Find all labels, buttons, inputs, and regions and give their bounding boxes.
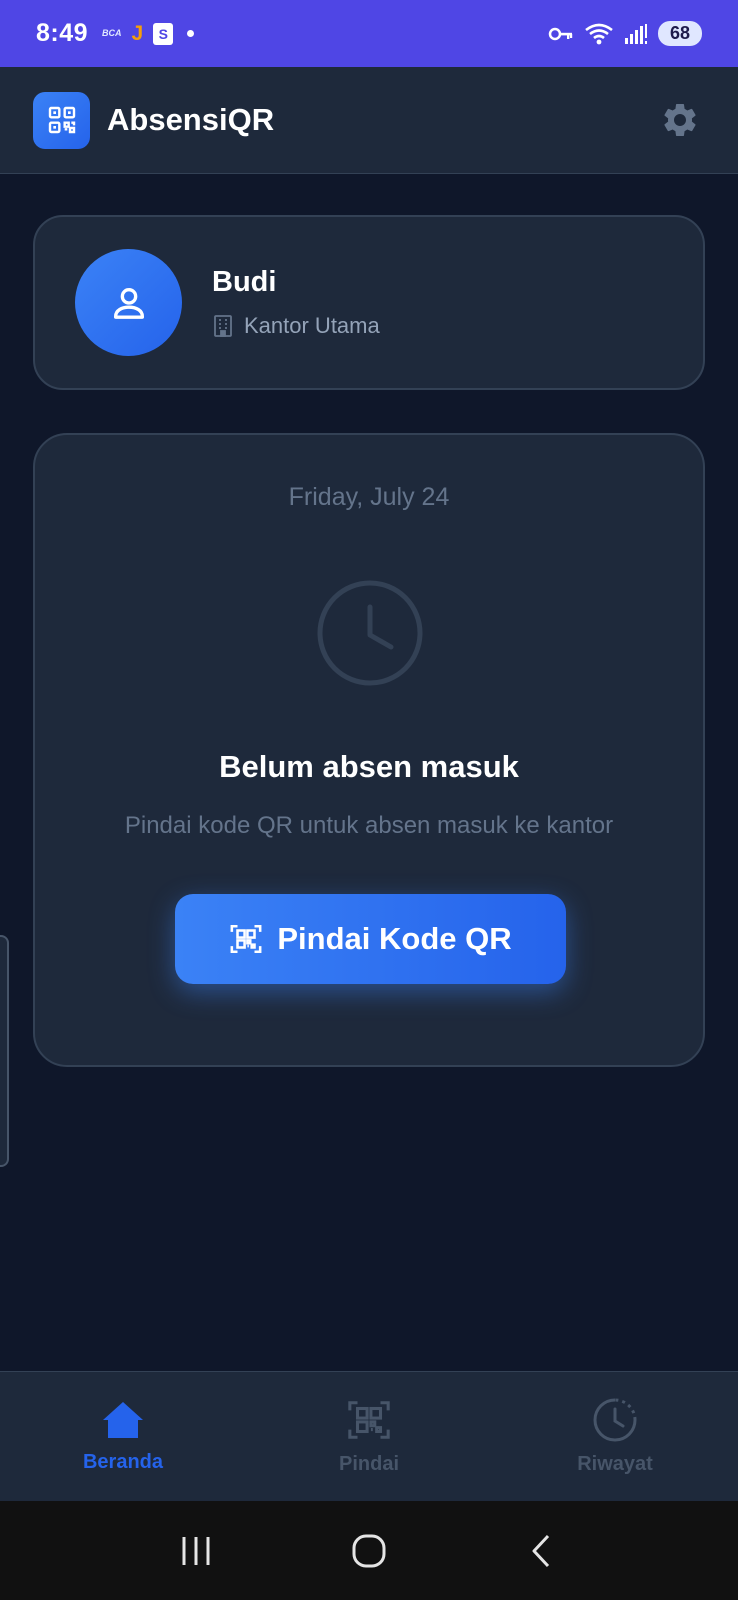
attendance-card: Friday, July 24 Belum absen masuk Pindai… [33,433,705,1067]
home-circle-icon [352,1534,386,1567]
scan-qr-button[interactable]: Pindai Kode QR [175,894,566,984]
recent-apps-button[interactable] [166,1521,226,1581]
more-notifications-dot-icon [187,30,195,37]
signal-icon [625,23,647,44]
current-date: Friday, July 24 [288,483,450,511]
scan-qr-button-label: Pindai Kode QR [277,921,512,956]
status-bar: 8:49 BCA J S 68 [0,0,738,67]
nav-label-riwayat: Riwayat [577,1453,653,1475]
home-icon [103,1402,143,1438]
vpn-key-icon [548,27,573,40]
building-icon [214,315,232,337]
home-button[interactable] [339,1521,399,1581]
gear-icon [664,103,696,136]
office-name: Kantor Utama [244,313,380,338]
qr-scan-icon [348,1401,390,1439]
shopping-bag-notification-icon: S [153,22,174,45]
profile-info: Budi Kantor Utama [212,266,380,339]
nav-label-beranda: Beranda [82,1451,164,1473]
battery-indicator: 68 [658,21,702,46]
history-icon [593,1398,637,1442]
clock-icon [317,580,423,686]
attendance-status-title: Belum absen masuk [219,749,519,784]
qr-scan-icon [230,924,262,954]
back-chevron-icon [532,1534,549,1567]
qr-code-icon [48,106,75,134]
status-time: 8:49 [36,19,89,47]
app-logo [33,91,90,149]
wifi-icon [585,23,613,44]
system-navigation-bar [0,1501,738,1600]
attendance-status-description: Pindai kode QR untuk absen masuk ke kant… [124,812,614,839]
edge-panel-handle[interactable] [0,935,9,1167]
app-bar: AbsensiQR [0,67,738,174]
app-title: AbsensiQR [107,102,275,137]
app-screen: 8:49 BCA J S 68 AbsensiQR Budi Kantor Ut… [0,0,738,1600]
user-name: Budi [212,266,277,298]
nav-label-pindai: Pindai [338,1453,399,1475]
user-icon [113,287,144,319]
nav-item-beranda[interactable]: Beranda [0,1372,246,1501]
nav-item-pindai[interactable]: Pindai [246,1372,492,1501]
avatar [75,249,182,356]
system-status-icons: 68 [548,21,702,46]
user-office: Kantor Utama [212,313,380,339]
nav-item-riwayat[interactable]: Riwayat [492,1372,738,1501]
settings-button[interactable] [655,95,705,145]
bottom-navigation: Beranda Pindai Riwayat [0,1371,738,1501]
profile-card: Budi Kantor Utama [33,215,705,390]
notification-icons: BCA J S [102,21,195,46]
recent-apps-icon [182,1536,210,1565]
j-app-notification-icon: J [131,21,144,45]
back-button[interactable] [512,1521,572,1581]
bca-notification-icon: BCA [102,28,122,38]
